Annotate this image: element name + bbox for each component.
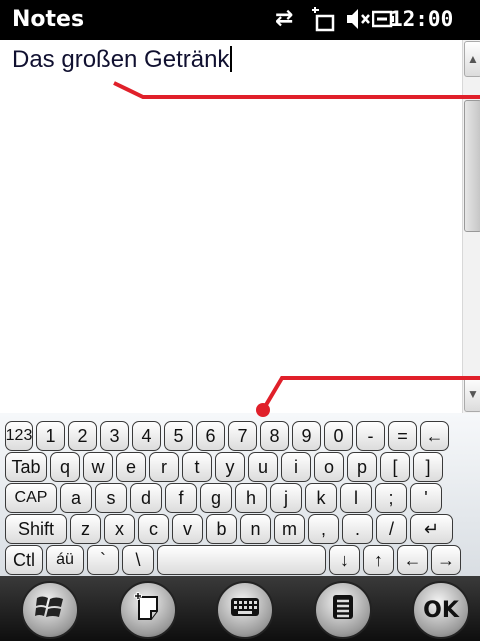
- key-quote[interactable]: ': [410, 483, 442, 513]
- key-space[interactable]: [157, 545, 326, 575]
- key-caps[interactable]: CAP: [5, 483, 57, 513]
- key-d[interactable]: d: [130, 483, 162, 513]
- app-title: Notes: [12, 7, 85, 32]
- key-accents[interactable]: áü: [46, 545, 84, 575]
- ok-button[interactable]: OK: [412, 581, 470, 639]
- key-arrow-left[interactable]: ←: [397, 545, 428, 575]
- clock[interactable]: 12:00: [390, 7, 453, 31]
- key-9[interactable]: 9: [292, 421, 321, 451]
- vertical-scrollbar[interactable]: ▲ ▼: [462, 40, 480, 413]
- key-s[interactable]: s: [95, 483, 127, 513]
- keyboard-row-numbers: 123 1 2 3 4 5 6 7 8 9 0 - = ←: [0, 421, 449, 451]
- new-note-button[interactable]: [119, 581, 177, 639]
- soft-keyboard: 123 1 2 3 4 5 6 7 8 9 0 - = ← Tab q w e …: [0, 413, 480, 576]
- key-k[interactable]: k: [305, 483, 337, 513]
- new-note-icon: [133, 591, 163, 629]
- key-g[interactable]: g: [200, 483, 232, 513]
- scroll-down-button[interactable]: ▼: [464, 376, 480, 412]
- key-j[interactable]: j: [270, 483, 302, 513]
- key-c[interactable]: c: [138, 514, 169, 544]
- key-equals[interactable]: =: [388, 421, 417, 451]
- key-arrow-down[interactable]: ↓: [329, 545, 360, 575]
- no-signal-icon[interactable]: [309, 6, 337, 38]
- key-f[interactable]: f: [165, 483, 197, 513]
- key-6[interactable]: 6: [196, 421, 225, 451]
- key-t[interactable]: t: [182, 452, 212, 482]
- menu-icon: [331, 593, 355, 627]
- key-arrow-up[interactable]: ↑: [363, 545, 394, 575]
- status-bar: Notes ⇄ 12:00: [0, 0, 480, 40]
- key-1[interactable]: 1: [36, 421, 65, 451]
- key-h[interactable]: h: [235, 483, 267, 513]
- key-backslash[interactable]: \: [122, 545, 154, 575]
- key-b[interactable]: b: [206, 514, 237, 544]
- network-sync-icon[interactable]: ⇄: [275, 6, 293, 31]
- key-backspace[interactable]: ←: [420, 421, 449, 451]
- key-right-bracket[interactable]: ]: [413, 452, 443, 482]
- key-v[interactable]: v: [172, 514, 203, 544]
- key-p[interactable]: p: [347, 452, 377, 482]
- key-semicolon[interactable]: ;: [375, 483, 407, 513]
- key-0[interactable]: 0: [324, 421, 353, 451]
- key-a[interactable]: a: [60, 483, 92, 513]
- key-5[interactable]: 5: [164, 421, 193, 451]
- start-button[interactable]: [21, 581, 79, 639]
- key-u[interactable]: u: [248, 452, 278, 482]
- key-minus[interactable]: -: [356, 421, 385, 451]
- key-o[interactable]: o: [314, 452, 344, 482]
- key-backtick[interactable]: `: [87, 545, 119, 575]
- key-z[interactable]: z: [70, 514, 101, 544]
- key-3[interactable]: 3: [100, 421, 129, 451]
- speaker-muted-icon[interactable]: [345, 6, 373, 38]
- menu-button[interactable]: [314, 581, 372, 639]
- key-2[interactable]: 2: [68, 421, 97, 451]
- key-slash[interactable]: /: [376, 514, 407, 544]
- key-e[interactable]: e: [116, 452, 146, 482]
- key-i[interactable]: i: [281, 452, 311, 482]
- note-text[interactable]: Das großen Getränk: [12, 46, 233, 74]
- key-n[interactable]: n: [240, 514, 271, 544]
- keyboard-row-qwerty: Tab q w e r t y u i o p [ ]: [0, 452, 443, 482]
- note-editor[interactable]: Das großen Getränk: [0, 40, 462, 412]
- keyboard-row-home: CAP a s d f g h j k l ; ': [0, 483, 442, 513]
- keyboard-icon: [230, 596, 260, 624]
- key-period[interactable]: .: [342, 514, 373, 544]
- key-4[interactable]: 4: [132, 421, 161, 451]
- key-8[interactable]: 8: [260, 421, 289, 451]
- key-shift[interactable]: Shift: [5, 514, 67, 544]
- key-7[interactable]: 7: [228, 421, 257, 451]
- keyboard-row-bottom: Ctl áü ` \ ↓ ↑ ← →: [0, 545, 461, 575]
- key-comma[interactable]: ,: [308, 514, 339, 544]
- note-text-content: Das großen Getränk: [12, 46, 230, 73]
- windows-start-icon: [35, 593, 65, 627]
- key-123[interactable]: 123: [5, 421, 33, 451]
- key-l[interactable]: l: [340, 483, 372, 513]
- keyboard-row-shift: Shift z x c v b n m , . / ↵: [0, 514, 453, 544]
- key-y[interactable]: y: [215, 452, 245, 482]
- scroll-up-button[interactable]: ▲: [464, 41, 480, 77]
- key-left-bracket[interactable]: [: [380, 452, 410, 482]
- scrollbar-thumb[interactable]: [464, 100, 480, 232]
- key-w[interactable]: w: [83, 452, 113, 482]
- ok-label: OK: [423, 597, 459, 623]
- key-q[interactable]: q: [50, 452, 80, 482]
- key-ctrl[interactable]: Ctl: [5, 545, 43, 575]
- key-tab[interactable]: Tab: [5, 452, 47, 482]
- keyboard-toggle-button[interactable]: [216, 581, 274, 639]
- text-caret: [230, 46, 233, 72]
- key-enter[interactable]: ↵: [410, 514, 453, 544]
- key-r[interactable]: r: [149, 452, 179, 482]
- key-x[interactable]: x: [104, 514, 135, 544]
- key-m[interactable]: m: [274, 514, 305, 544]
- key-arrow-right[interactable]: →: [431, 545, 461, 575]
- taskbar: OK: [0, 576, 480, 641]
